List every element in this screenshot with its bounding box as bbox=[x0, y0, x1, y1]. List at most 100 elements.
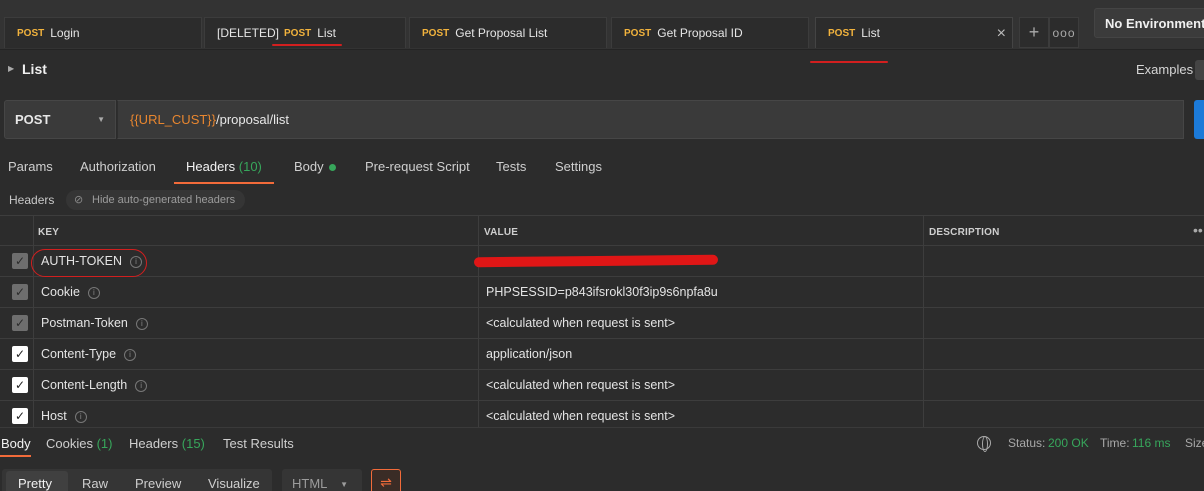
row-checkbox[interactable]: ✓ bbox=[12, 284, 28, 300]
response-tab-body[interactable]: Body bbox=[1, 436, 31, 451]
table-header: KEY VALUE DESCRIPTION •• bbox=[0, 215, 1204, 246]
expand-caret-icon[interactable]: ▶ bbox=[8, 64, 14, 73]
header-value[interactable]: <calculated when request is sent> bbox=[486, 316, 675, 330]
header-key-cell[interactable]: Host i bbox=[41, 409, 87, 423]
tab-tests[interactable]: Tests bbox=[496, 159, 526, 174]
view-pretty[interactable]: Pretty bbox=[18, 476, 52, 491]
info-icon: i bbox=[124, 348, 137, 361]
header-value[interactable]: application/json bbox=[486, 347, 572, 361]
response-tab-headers[interactable]: Headers (15) bbox=[129, 436, 205, 451]
header-key-cell[interactable]: Content-Type i bbox=[41, 347, 137, 361]
request-name[interactable]: List bbox=[22, 61, 47, 77]
request-title-row: ▶ List Examples bbox=[0, 52, 1204, 88]
active-tab-underline bbox=[174, 182, 274, 184]
examples-count-badge bbox=[1195, 60, 1204, 80]
header-key-cell[interactable]: Cookie i bbox=[41, 285, 100, 299]
request-tab-bar: POST Login [DELETED] POST List POST Get … bbox=[0, 0, 1204, 50]
header-key: Host bbox=[41, 409, 67, 423]
info-icon: i bbox=[135, 317, 148, 330]
active-response-tab-underline bbox=[0, 455, 31, 457]
add-tab-button[interactable]: + bbox=[1019, 17, 1049, 48]
info-icon: i bbox=[87, 286, 100, 299]
time-label: Time: bbox=[1100, 436, 1130, 450]
chevron-down-icon: ▼ bbox=[340, 480, 348, 489]
response-tab-test-results[interactable]: Test Results bbox=[223, 436, 294, 451]
row-checkbox[interactable]: ✓ bbox=[12, 346, 28, 362]
status-label: Status: bbox=[1008, 436, 1046, 450]
request-tab-get-proposal-list[interactable]: POST Get Proposal List bbox=[409, 17, 607, 48]
size-label: Size bbox=[1185, 436, 1204, 450]
request-tab-login[interactable]: POST Login bbox=[4, 17, 202, 48]
format-value: HTML bbox=[292, 476, 328, 491]
headers-section-label: Headers bbox=[9, 193, 55, 207]
response-headers-label: Headers bbox=[129, 436, 179, 451]
row-checkbox[interactable]: ✓ bbox=[12, 253, 28, 269]
tab-headers[interactable]: Headers (10) bbox=[186, 159, 262, 174]
send-button[interactable] bbox=[1194, 100, 1204, 139]
url-path: /proposal/list bbox=[216, 112, 289, 127]
more-options-icon[interactable]: •• bbox=[1193, 222, 1203, 238]
view-raw[interactable]: Raw bbox=[82, 476, 108, 491]
response-headers-count: (15) bbox=[181, 436, 205, 451]
time-value: 116 ms bbox=[1132, 436, 1171, 450]
header-value[interactable]: <calculated when request is sent> bbox=[486, 409, 675, 423]
view-preview[interactable]: Preview bbox=[135, 476, 181, 491]
close-icon[interactable]: × bbox=[997, 25, 1006, 43]
annotation-underline bbox=[272, 44, 342, 46]
tab-method: POST bbox=[624, 27, 652, 39]
tab-params[interactable]: Params bbox=[8, 159, 53, 174]
chevron-down-icon: ▼ bbox=[97, 115, 105, 124]
header-key: Cookie bbox=[41, 285, 80, 299]
url-variable: {{URL_CUST}} bbox=[130, 112, 216, 127]
tab-body[interactable]: Body bbox=[294, 159, 336, 174]
tab-prerequest-script[interactable]: Pre-request Script bbox=[365, 159, 470, 174]
tab-headers-count: (10) bbox=[238, 159, 262, 174]
header-key-cell[interactable]: Postman-Token i bbox=[41, 316, 148, 330]
tab-title: List bbox=[317, 26, 336, 40]
column-value: VALUE bbox=[484, 227, 519, 238]
table-row: ✓ Content-Length i <calculated when reque… bbox=[0, 370, 1204, 401]
request-tab-list-active[interactable]: POST List × bbox=[815, 17, 1013, 48]
tab-authorization[interactable]: Authorization bbox=[80, 159, 156, 174]
row-checkbox[interactable]: ✓ bbox=[12, 408, 28, 424]
row-checkbox[interactable]: ✓ bbox=[12, 315, 28, 331]
url-input[interactable]: {{URL_CUST}} /proposal/list bbox=[117, 100, 1184, 139]
cookies-label: Cookies bbox=[46, 436, 93, 451]
wrap-lines-icon[interactable]: ⇌ bbox=[371, 469, 401, 491]
tab-method: POST bbox=[422, 27, 450, 39]
tab-method: POST bbox=[828, 27, 856, 39]
header-key: Content-Length bbox=[41, 378, 128, 392]
more-tabs-button[interactable]: ooo bbox=[1049, 17, 1079, 48]
header-value[interactable]: <calculated when request is sent> bbox=[486, 378, 675, 392]
format-select[interactable]: HTML ▼ bbox=[282, 469, 362, 491]
method-select[interactable]: POST ▼ bbox=[4, 100, 116, 139]
header-key: Content-Type bbox=[41, 347, 117, 361]
tab-headers-label: Headers bbox=[186, 159, 236, 174]
tab-title: Get Proposal List bbox=[455, 26, 548, 40]
environment-select[interactable]: No Environment bbox=[1094, 8, 1204, 38]
column-key: KEY bbox=[38, 227, 60, 238]
method-value: POST bbox=[15, 112, 51, 127]
header-value[interactable]: PHPSESSID=p843ifsrokl30f3ip9s6npfa8u bbox=[486, 285, 718, 299]
tab-title: Get Proposal ID bbox=[657, 26, 743, 40]
hide-auto-label: Hide auto-generated headers bbox=[92, 194, 236, 206]
request-tab-get-proposal-id[interactable]: POST Get Proposal ID bbox=[611, 17, 809, 48]
info-icon: i bbox=[135, 379, 148, 392]
hide-auto-generated-button[interactable]: ⊘ Hide auto-generated headers bbox=[66, 190, 246, 210]
tab-title: List bbox=[861, 26, 880, 40]
cookies-count: (1) bbox=[96, 436, 113, 451]
response-tab-cookies[interactable]: Cookies (1) bbox=[46, 436, 112, 451]
tab-prefix: [DELETED] bbox=[217, 26, 280, 40]
info-icon: i bbox=[74, 410, 87, 423]
row-checkbox[interactable]: ✓ bbox=[12, 377, 28, 393]
table-row: ✓ Postman-Token i <calculated when reques… bbox=[0, 308, 1204, 339]
headers-toolbar: Headers ⊘ Hide auto-generated headers bbox=[0, 188, 1204, 212]
header-key-cell[interactable]: Content-Length i bbox=[41, 378, 148, 392]
tab-settings[interactable]: Settings bbox=[555, 159, 602, 174]
examples-button[interactable]: Examples bbox=[1136, 62, 1193, 77]
tab-method: POST bbox=[17, 27, 45, 39]
globe-icon[interactable] bbox=[977, 436, 991, 452]
redaction-mark bbox=[473, 254, 719, 268]
view-visualize[interactable]: Visualize bbox=[208, 476, 260, 491]
column-description: DESCRIPTION bbox=[929, 227, 1000, 238]
